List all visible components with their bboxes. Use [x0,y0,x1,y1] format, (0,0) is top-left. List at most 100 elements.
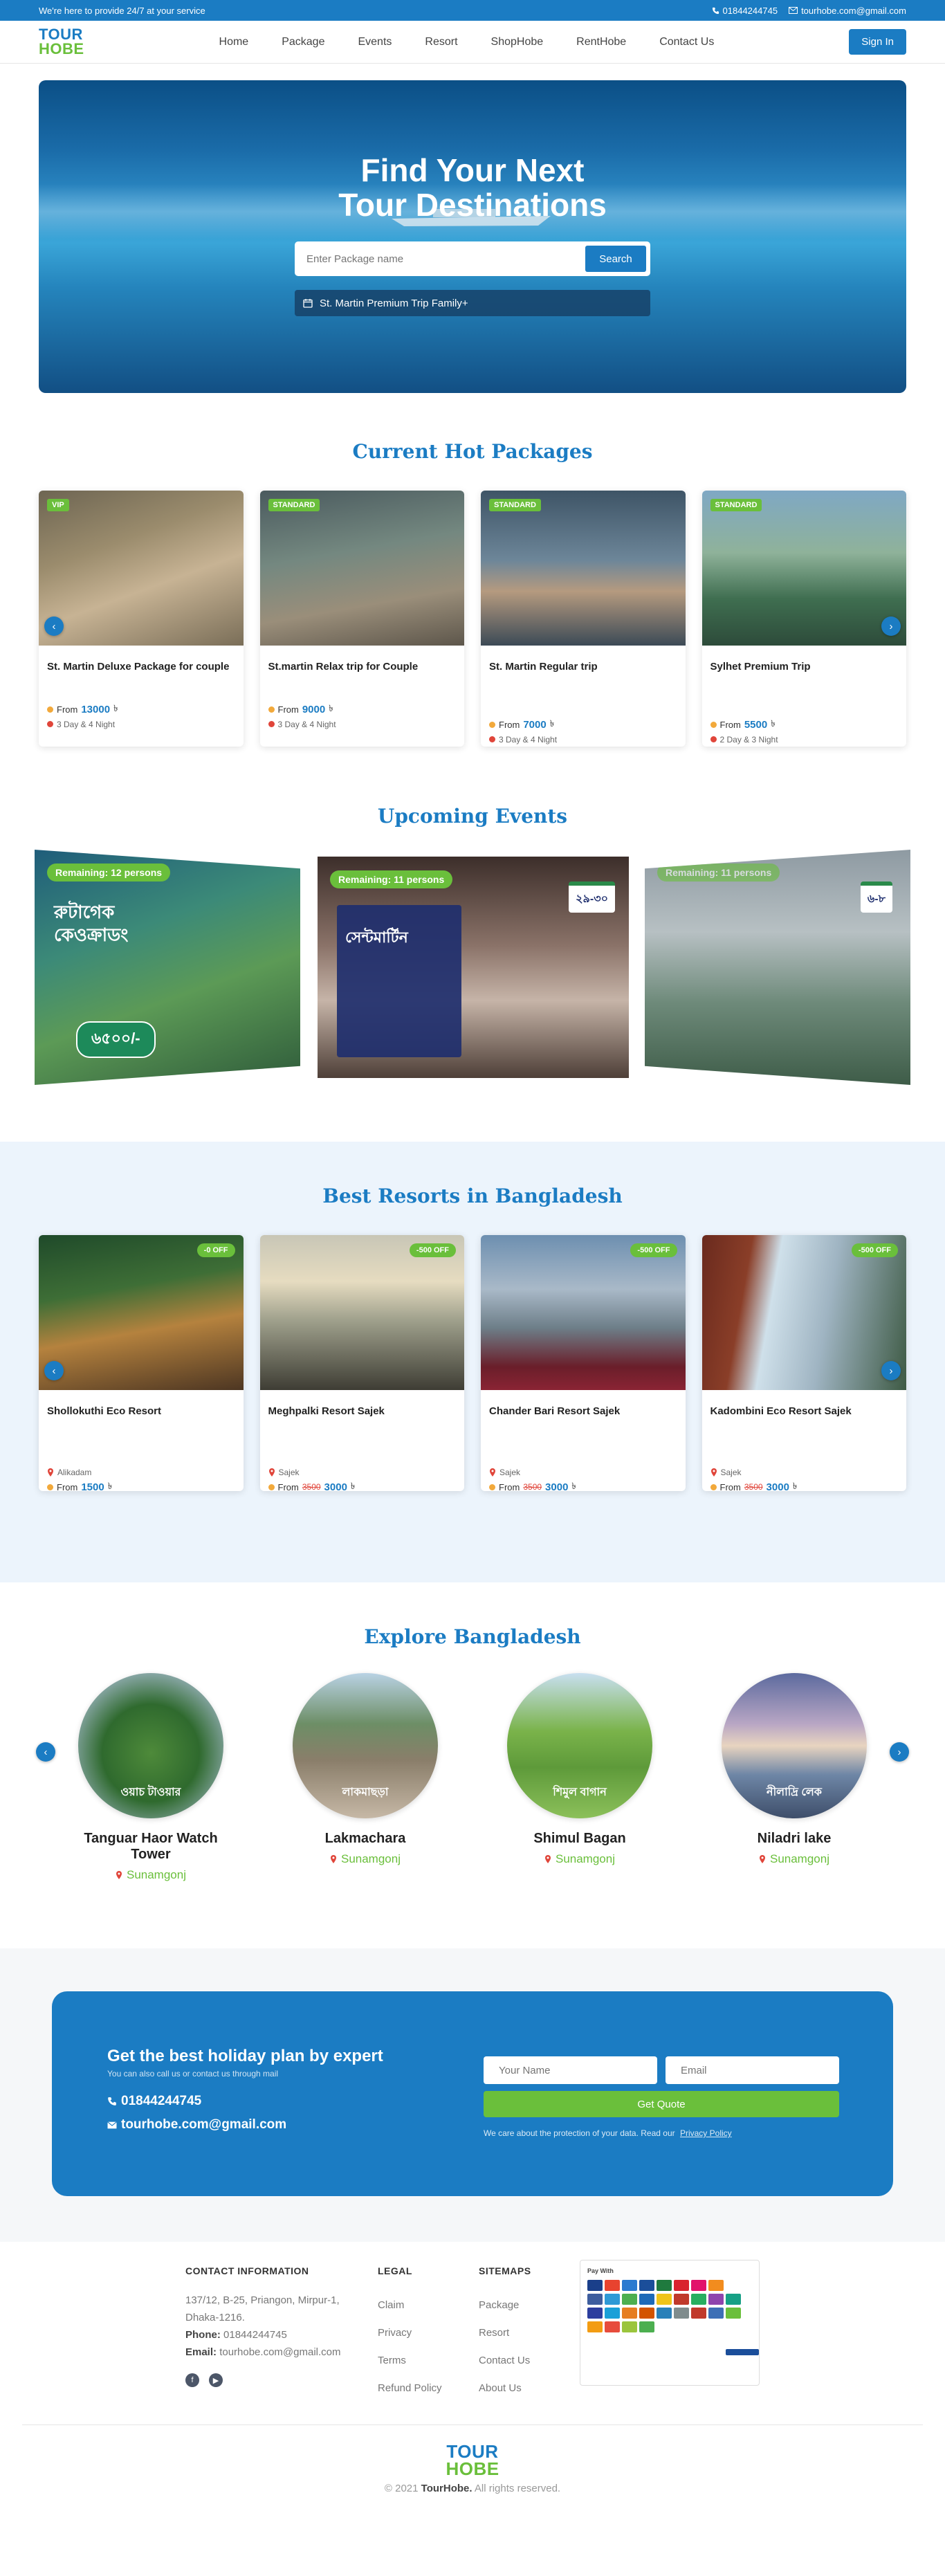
resort-location: Alikadam [47,1468,235,1477]
resort-card[interactable]: -0 OFF Shollokuthi Eco Resort Alikadam F… [39,1235,244,1491]
hero-wrapper: Find Your Next Tour Destinations Search … [0,64,945,393]
email-input[interactable] [666,2056,839,2084]
carousel-next-button[interactable]: › [881,1361,901,1380]
privacy-policy-link[interactable]: Privacy Policy [680,2128,732,2138]
chevron-right-icon: › [889,620,893,632]
resort-card[interactable]: -500 OFF Kadombini Eco Resort Sajek Saje… [701,1235,906,1491]
price-from-label: From [719,1481,741,1491]
footer-link-refund[interactable]: Refund Policy [378,2375,461,2402]
bank-logo [587,2321,603,2332]
resort-card[interactable]: -500 OFF Meghpalki Resort Sajek Sajek Fr… [259,1235,464,1491]
footer-logo[interactable]: TOUR HOBE [22,2442,923,2477]
resort-name: Shollokuthi Eco Resort [47,1405,162,1417]
nav-resort[interactable]: Resort [425,36,457,48]
duration-text: 2 Day & 3 Night [719,734,778,745]
top-email[interactable]: tourhobe.com@gmail.com [789,6,906,16]
cta-info: Get the best holiday plan by expert You … [107,2047,432,2132]
mail-icon [789,7,798,14]
cta-phone[interactable]: 01844244745 [107,2094,432,2109]
phone-icon [712,7,719,14]
search-suggestion[interactable]: St. Martin Premium Trip Family+ [295,290,650,316]
bank-logo [587,2308,603,2319]
package-card[interactable]: VIP St. Martin Deluxe Package for couple… [39,491,244,747]
nav-shophobe[interactable]: ShopHobe [491,36,544,48]
copyright: © 2021 TourHobe. All rights reserved. [22,2483,923,2494]
get-quote-button[interactable]: Get Quote [484,2091,839,2117]
carousel-next-button[interactable]: › [890,1742,909,1762]
clock-icon [268,721,275,728]
package-name: St. Martin Regular trip [489,661,598,673]
top-bar: We're here to provide 24/7 at your servi… [0,0,945,21]
search-button[interactable]: Search [585,246,646,272]
price-icon [47,706,53,713]
package-tag: VIP [47,499,69,511]
event-card[interactable]: Remaining: 11 persons ৬-৮ [645,850,910,1085]
resort-name: Kadombini Eco Resort Sajek [710,1405,852,1417]
nav-events[interactable]: Events [358,36,392,48]
clock-icon [489,736,495,743]
event-card[interactable]: Remaining: 11 persons সেন্টমার্টিন ২৯-৩০ [318,857,629,1078]
site-footer: CONTACT INFORMATION 137/12, B-25, Priang… [0,2242,945,2514]
carousel-prev-button[interactable]: ‹ [36,1742,55,1762]
explore-item[interactable]: লাকমাছড়া Lakmachara Sunamgonj [279,1673,452,1882]
price-from-label: From [57,704,78,715]
price-from-label: From [719,719,741,730]
bank-logo [605,2294,620,2305]
name-input[interactable] [484,2056,657,2084]
youtube-icon[interactable]: ▶ [209,2373,223,2387]
package-card[interactable]: STANDARD St. Martin Regular trip From 700… [481,491,686,747]
price-currency: ৳ [350,1480,356,1491]
footer-phone-text[interactable]: 01844244745 [223,2329,287,2341]
location-pin-icon [330,1855,336,1863]
resorts-section: Best Resorts in Bangladesh ‹ › -0 OFF Sh… [0,1142,945,1582]
carousel-next-button[interactable]: › [881,616,901,636]
card-logo [657,2280,672,2291]
footer-link-about[interactable]: About Us [479,2375,562,2402]
footer-link-contact[interactable]: Contact Us [479,2347,562,2375]
footer-link-privacy[interactable]: Privacy [378,2319,461,2347]
nav-contact[interactable]: Contact Us [659,36,714,48]
package-search-input[interactable] [297,253,585,265]
visa-logo [587,2280,603,2291]
bank-logo [639,2321,654,2332]
package-image: STANDARD [481,491,686,646]
nav-package[interactable]: Package [282,36,324,48]
resort-card[interactable]: -500 OFF Chander Bari Resort Sajek Sajek… [481,1235,686,1491]
hero-title-line1: Find Your Next [360,152,585,188]
sign-in-button[interactable]: Sign In [849,29,906,55]
nav-renthobe[interactable]: RentHobe [576,36,626,48]
hot-packages-title: Current Hot Packages [352,440,593,463]
explore-item[interactable]: শিমুল বাগান Shimul Bagan Sunamgonj [493,1673,666,1882]
place-location-text: Sunamgonj [769,1852,829,1865]
footer-email-text[interactable]: tourhobe.com@gmail.com [219,2346,340,2358]
package-card[interactable]: STANDARD Sylhet Premium Trip From 5500 ৳ 2… [701,491,906,747]
cta-phone-text: 01844244745 [121,2094,202,2108]
cta-heading: Get the best holiday plan by expert [107,2047,383,2065]
carousel-prev-button[interactable]: ‹ [44,1361,64,1380]
explore-item[interactable]: ওয়াচ টাওয়ার Tanguar Haor Watch Tower S… [64,1673,237,1882]
price-value: 13000 [81,703,111,715]
price-value: 5500 [744,718,768,731]
nav-home[interactable]: Home [219,36,249,48]
explore-item[interactable]: নীলাদ্রি লেক Niladri lake Sunamgonj [708,1673,881,1882]
bank-logo [639,2308,654,2319]
event-card[interactable]: Remaining: 12 persons রুটাগেক কেওক্রাডং … [35,850,300,1085]
site-logo[interactable]: TOUR HOBE [39,26,84,57]
package-card[interactable]: STANDARD St.martin Relax trip for Couple… [259,491,464,747]
footer-link-terms[interactable]: Terms [378,2347,461,2375]
cta-email[interactable]: tourhobe.com@gmail.com [107,2117,432,2132]
facebook-icon[interactable]: f [185,2373,199,2387]
bank-logo [726,2308,741,2319]
social-links: f ▶ [185,2373,360,2387]
carousel-prev-button[interactable]: ‹ [44,616,64,636]
top-phone[interactable]: 01844244745 [712,6,778,16]
footer-link-package[interactable]: Package [479,2292,562,2319]
privacy-note: We care about the protection of your dat… [484,2128,839,2138]
footer-link-resort[interactable]: Resort [479,2319,562,2347]
place-location-text: Sunamgonj [340,1852,401,1865]
phone-icon [108,2097,116,2105]
footer-legal: LEGAL Claim Privacy Terms Refund Policy [378,2265,461,2402]
footer-columns: CONTACT INFORMATION 137/12, B-25, Priang… [0,2260,945,2402]
bank-logo [674,2308,689,2319]
footer-link-claim[interactable]: Claim [378,2292,461,2319]
